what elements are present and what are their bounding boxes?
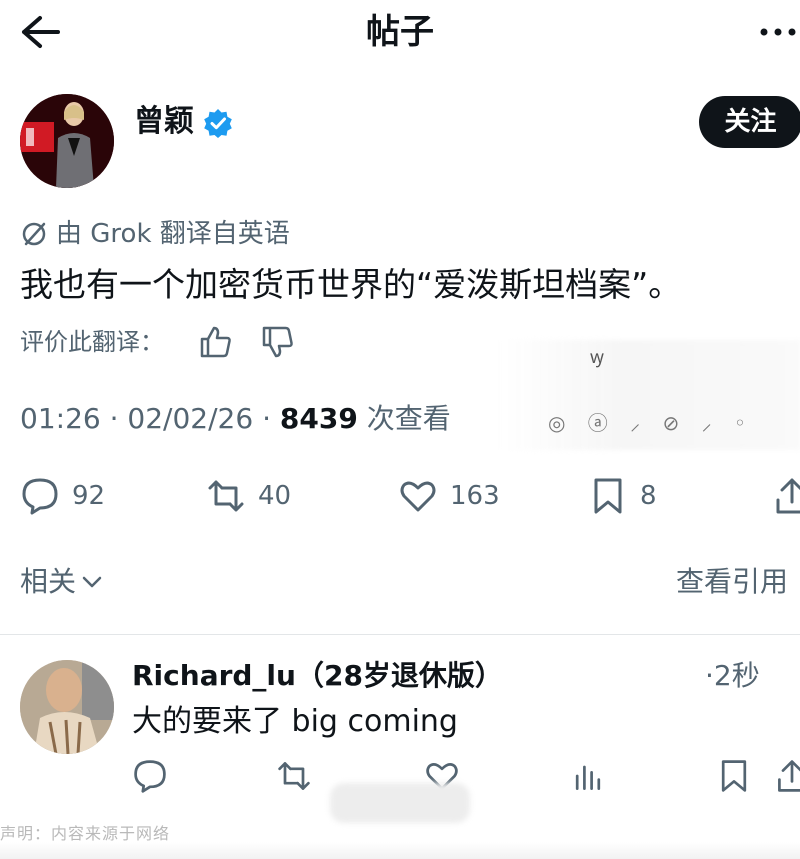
meta-dot: · <box>262 402 271 435</box>
repost-count: 40 <box>258 481 292 511</box>
reply-repost-button[interactable] <box>276 758 316 798</box>
share-icon <box>776 478 800 514</box>
avatar-image <box>20 94 114 188</box>
avatar-image <box>20 660 114 754</box>
chevron-down-icon <box>82 576 102 588</box>
bookmark-count: 8 <box>640 481 657 511</box>
reply-text: 大的要来了 big coming <box>132 704 458 739</box>
blurred-overlay <box>330 783 470 823</box>
share-icon <box>778 760 800 792</box>
meta-dot: · <box>109 402 119 435</box>
repost-icon <box>278 762 310 790</box>
watermark-mark: ◎ ⓐ ⸝ ⊘ ⸝ ◦ <box>548 411 754 435</box>
reply-icon <box>134 760 166 793</box>
reply-count: 92 <box>72 481 106 511</box>
page-title: 帖子 <box>366 12 434 52</box>
reply-views-button[interactable] <box>570 758 610 798</box>
share-button[interactable] <box>772 474 800 518</box>
post-time: 01:26 <box>20 402 101 435</box>
reply-author-name[interactable]: Richard_lu（28岁退休版） <box>132 656 503 696</box>
repost-button[interactable]: 40 <box>206 474 291 518</box>
like-button[interactable]: 163 <box>398 474 500 518</box>
verified-badge-icon <box>203 108 233 138</box>
translation-note-text: 由 Grok 翻译自英语 <box>56 219 290 249</box>
reply-time: ·2秒 <box>705 659 760 692</box>
translate-slash-icon <box>22 222 46 246</box>
view-count-suffix: 次查看 <box>366 402 451 435</box>
watermark-mark: ꝡ <box>590 347 606 368</box>
follow-button[interactable]: 关注 <box>699 96 800 148</box>
thumbs-up-icon[interactable] <box>198 324 234 360</box>
source-disclaimer: 声明：内容来源于网络 <box>0 824 171 843</box>
next-reply-preview <box>0 842 800 859</box>
like-count: 163 <box>450 481 500 511</box>
post-text: 我也有一个加密货币世界的“爱泼斯坦档案”。 <box>20 265 682 304</box>
related-toggle[interactable]: 相关 <box>20 562 104 602</box>
more-button[interactable] <box>756 14 800 50</box>
bookmark-icon <box>721 760 747 792</box>
analytics-icon <box>575 765 601 790</box>
heart-icon <box>400 481 436 512</box>
author-name[interactable]: 曾颖 <box>134 102 194 142</box>
post-meta: 01:26 · 02/02/26 · 8439 次查看 <box>20 398 451 440</box>
reply-share-button[interactable] <box>774 758 800 798</box>
related-label: 相关 <box>20 565 77 598</box>
reply-reply-button[interactable] <box>132 758 172 798</box>
view-count: 8439 <box>279 402 358 435</box>
translation-note[interactable]: 由 Grok 翻译自英语 <box>20 216 290 252</box>
thumbs-down-icon[interactable] <box>260 324 296 360</box>
divider <box>0 634 800 635</box>
bookmark-button[interactable]: 8 <box>588 474 657 518</box>
reply-bookmark-button[interactable] <box>716 758 756 798</box>
reply-icon <box>22 478 58 515</box>
reply-button[interactable]: 92 <box>20 474 105 518</box>
reply-avatar[interactable] <box>20 660 114 754</box>
repost-icon <box>208 480 244 512</box>
rate-translation-label: 评价此翻译： <box>20 328 164 356</box>
more-horizontal-icon <box>760 28 796 36</box>
bookmark-icon <box>594 478 622 514</box>
view-quotes-link[interactable]: 查看引用 <box>676 562 788 602</box>
author-avatar[interactable] <box>20 94 114 188</box>
post-date: 02/02/26 <box>127 402 254 435</box>
